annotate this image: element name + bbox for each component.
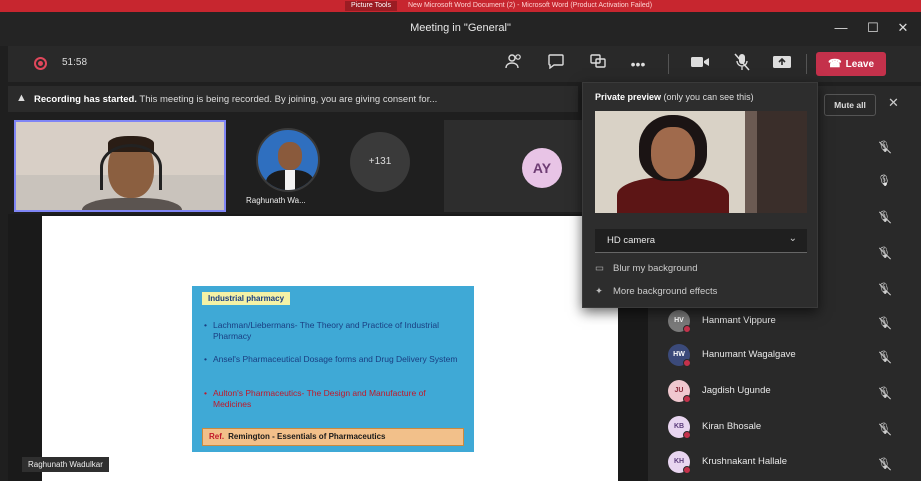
- status-badge: [683, 325, 691, 333]
- recording-message: Recording has started. This meeting is b…: [34, 94, 437, 105]
- mic-off-icon[interactable]: 🎙: [876, 422, 892, 438]
- preview-header: Private preview (only you can see this): [595, 92, 754, 102]
- chevron-down-icon: ⌄: [788, 233, 797, 244]
- recording-message-text: This meeting is being recorded. By joini…: [136, 94, 438, 105]
- teams-meeting-window: Picture Tools New Microsoft Word Documen…: [0, 0, 921, 481]
- mic-off-icon[interactable]: 🎙: [876, 316, 892, 332]
- meeting-timer: 51:58: [62, 57, 88, 68]
- more-options-icon[interactable]: •••: [626, 53, 650, 75]
- slide-bullet: • Lachman/Liebermans- The Theory and Prac…: [204, 320, 440, 341]
- camera-preview: [595, 111, 807, 213]
- mic-off-icon[interactable]: 🎙: [876, 282, 892, 298]
- slide-bullet: • Aulton's Pharmaceutics- The Design and …: [204, 388, 426, 409]
- participant-row[interactable]: HV Hanmant Vippure: [668, 310, 868, 334]
- status-badge: [683, 395, 691, 403]
- mic-off-icon[interactable]: 🎙: [876, 210, 892, 226]
- participant-row[interactable]: KH Krushnakant Hallale: [668, 451, 868, 475]
- camera-select[interactable]: HD camera ⌄: [595, 229, 807, 253]
- background-effects-option[interactable]: ✦ More background effects: [595, 286, 717, 297]
- word-document-title: New Microsoft Word Document (2) - Micros…: [408, 2, 653, 9]
- initials-avatar: AY: [522, 148, 562, 188]
- headset-graphic: [100, 144, 162, 190]
- participant-row[interactable]: HW Hanumant Wagalgave: [668, 344, 868, 368]
- mic-off-icon[interactable]: 🎙: [876, 386, 892, 402]
- participant-name: Jagdish Ugunde: [702, 385, 771, 396]
- mic-off-icon[interactable]: 🎙: [876, 350, 892, 366]
- status-badge: [683, 359, 691, 367]
- phone-hangup-icon: ☎: [827, 58, 842, 70]
- breakout-rooms-icon[interactable]: [586, 53, 610, 75]
- slide-content-box: Industrial pharmacy • Lachman/Liebermans-…: [192, 286, 474, 452]
- camera-icon[interactable]: [688, 53, 712, 75]
- mic-off-icon[interactable]: 🎙: [876, 246, 892, 262]
- leave-label: Leave: [845, 59, 875, 70]
- leave-button[interactable]: ☎ Leave: [816, 52, 886, 76]
- video-tile-ay[interactable]: AY: [444, 120, 604, 212]
- blur-icon: ▭: [595, 263, 604, 274]
- recording-message-strong: Recording has started.: [34, 94, 137, 105]
- mic-off-icon[interactable]: 🎙: [876, 140, 892, 156]
- participant-row[interactable]: KB Kiran Bhosale: [668, 416, 868, 440]
- video-tile-presenter[interactable]: [14, 120, 226, 212]
- mic-on-icon[interactable]: 🎙: [876, 174, 892, 190]
- presenter-name-tag: Raghunath Wadulkar: [22, 457, 109, 472]
- minimize-icon[interactable]: —: [832, 20, 850, 35]
- mic-off-icon[interactable]: [730, 53, 754, 75]
- close-panel-icon[interactable]: ✕: [888, 95, 899, 111]
- participant-name-label: Raghunath Wa...: [246, 196, 306, 205]
- blur-background-option[interactable]: ▭ Blur my background: [595, 263, 697, 274]
- camera-select-value: HD camera: [607, 235, 656, 246]
- picture-tools-tab[interactable]: Picture Tools: [345, 1, 397, 11]
- status-badge: [683, 431, 691, 439]
- video-strip: Raghunath Wa... +131 AY: [8, 118, 628, 214]
- participant-name: Hanumant Wagalgave: [702, 349, 796, 360]
- participant-name: Kiran Bhosale: [702, 421, 762, 432]
- effects-icon: ✦: [595, 286, 603, 297]
- participant-name: Hanmant Vippure: [702, 315, 776, 326]
- toolbar-divider: [668, 54, 669, 74]
- chat-icon[interactable]: [544, 53, 568, 75]
- toolbar-divider: [806, 54, 807, 74]
- private-preview-popup: Private preview (only you can see this) …: [582, 82, 818, 308]
- recording-indicator-icon: [34, 57, 47, 70]
- slide-reference: Ref. Remington - Essentials of Pharmaceut…: [202, 428, 464, 446]
- share-screen-icon[interactable]: [770, 53, 794, 75]
- participant-name: Krushnakant Hallale: [702, 456, 788, 467]
- participants-icon[interactable]: [502, 53, 526, 75]
- more-participants-button[interactable]: +131: [350, 132, 410, 192]
- window-title: Meeting in "General": [410, 22, 511, 34]
- meeting-toolbar: 51:58 ••• ☎ Leave: [8, 46, 921, 82]
- mute-all-button[interactable]: Mute all: [824, 94, 876, 116]
- slide-heading: Industrial pharmacy: [202, 292, 291, 305]
- status-badge: [683, 466, 691, 474]
- participant-avatar-raghunath[interactable]: [256, 128, 320, 192]
- shared-content-stage: Industrial pharmacy • Lachman/Liebermans-…: [8, 214, 648, 481]
- recording-banner: ▲ Recording has started. This meeting is…: [8, 86, 578, 112]
- shared-slide: Industrial pharmacy • Lachman/Liebermans-…: [42, 216, 618, 481]
- mic-off-icon[interactable]: 🎙: [876, 457, 892, 473]
- warning-icon: ▲: [16, 92, 27, 104]
- slide-bullet: • Ansel's Pharmaceutical Dosage forms and…: [204, 354, 458, 364]
- window-title-bar: Meeting in "General" — ☐ ✕: [0, 12, 921, 46]
- close-window-icon[interactable]: ✕: [894, 20, 912, 36]
- word-ribbon-bar: Picture Tools New Microsoft Word Documen…: [0, 0, 921, 12]
- participant-row[interactable]: JU Jagdish Ugunde: [668, 380, 868, 404]
- maximize-icon[interactable]: ☐: [864, 20, 882, 36]
